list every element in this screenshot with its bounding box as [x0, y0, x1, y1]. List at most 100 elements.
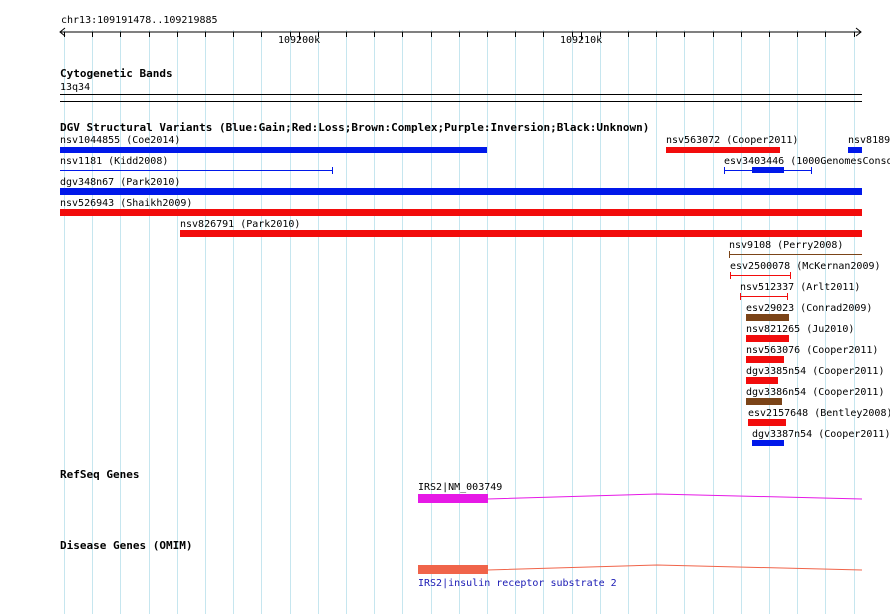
variant-label[interactable]: nsv512337 (Arlt2011) [740, 282, 860, 293]
grid-line [318, 30, 319, 614]
variant-end-tick [811, 167, 812, 174]
variant-bar[interactable] [730, 275, 791, 276]
grid-line [854, 30, 855, 614]
ruler-minor-tick [177, 32, 178, 37]
cytoband-label: 13q34 [60, 82, 91, 93]
variant-bar[interactable] [740, 296, 788, 297]
variant-label[interactable]: nsv563072 (Cooper2011) [666, 135, 798, 146]
variant-label[interactable]: nsv821265 (Ju2010) [746, 324, 854, 335]
cytoband-bottom-line [60, 101, 862, 102]
variant-bar[interactable] [746, 356, 784, 363]
variant-bar[interactable] [666, 147, 780, 153]
variant-bar[interactable] [848, 147, 862, 153]
variant-label[interactable]: dgv3387n54 (Cooper2011) [752, 429, 890, 440]
ruler-minor-tick [374, 32, 375, 37]
grid-line [600, 30, 601, 614]
grid-line [543, 30, 544, 614]
ruler-minor-tick [346, 32, 347, 37]
variant-label[interactable]: nsv563076 (Cooper2011) [746, 345, 878, 356]
variant-bar[interactable] [180, 230, 862, 237]
grid-line [177, 30, 178, 614]
grid-line [797, 30, 798, 614]
ruler-minor-tick [543, 32, 544, 37]
variant-label[interactable]: nsv9108 (Perry2008) [729, 240, 843, 251]
grid-line [374, 30, 375, 614]
variant-bar[interactable] [60, 188, 862, 195]
grid-line [431, 30, 432, 614]
ruler-minor-tick [515, 32, 516, 37]
ruler-minor-tick [318, 32, 319, 37]
grid-line [346, 30, 347, 614]
variant-bar[interactable] [60, 147, 487, 153]
ruler-minor-tick [431, 32, 432, 37]
variant-label[interactable]: dgv348n67 (Park2010) [60, 177, 180, 188]
omim-exon[interactable] [418, 565, 488, 574]
ruler-tick-label: 109200k [278, 35, 321, 46]
grid-line [515, 30, 516, 614]
variant-bar[interactable] [60, 170, 333, 171]
grid-line [64, 30, 65, 614]
ruler-minor-tick [233, 32, 234, 37]
variant-bar[interactable] [746, 314, 789, 321]
variant-end-tick [729, 251, 730, 258]
ruler-minor-tick [92, 32, 93, 37]
variant-end-tick [332, 167, 333, 174]
grid-line [402, 30, 403, 614]
variant-label[interactable]: nsv526943 (Shaikh2009) [60, 198, 192, 209]
grid-line [92, 30, 93, 614]
variant-label[interactable]: nsv8189 [848, 135, 890, 146]
grid-line [149, 30, 150, 614]
genome-browser: chr13:109191478..109219885 109200k 10921… [0, 0, 890, 614]
variant-label[interactable]: nsv1044855 (Coe2014) [60, 135, 180, 146]
variant-end-tick [740, 293, 741, 300]
ruler-minor-tick [600, 32, 601, 37]
ruler-minor-tick [854, 32, 855, 37]
ruler-minor-tick [120, 32, 121, 37]
ruler-minor-tick [713, 32, 714, 37]
grid-line [741, 30, 742, 614]
variant-bar[interactable] [746, 335, 789, 342]
dgv-track-title[interactable]: DGV Structural Variants (Blue:Gain;Red:L… [60, 122, 649, 134]
variant-label[interactable]: nsv826791 (Park2010) [180, 219, 300, 230]
ruler-minor-tick [797, 32, 798, 37]
omim-gene-label[interactable]: IRS2|insulin receptor substrate 2 [418, 578, 617, 589]
variant-end-tick [724, 167, 725, 174]
grid-line [825, 30, 826, 614]
variant-end-tick [787, 293, 788, 300]
grid-line [769, 30, 770, 614]
ruler-minor-tick [149, 32, 150, 37]
variant-bar[interactable] [60, 209, 862, 216]
variant-bar[interactable] [729, 254, 862, 255]
variant-bar[interactable] [746, 398, 782, 405]
location-label: chr13:109191478..109219885 [61, 15, 218, 26]
variant-end-tick [730, 272, 731, 279]
grid-line [233, 30, 234, 614]
variant-label[interactable]: esv29023 (Conrad2009) [746, 303, 872, 314]
variant-bar[interactable] [748, 419, 786, 426]
variant-label[interactable]: nsv1181 (Kidd2008) [60, 156, 168, 167]
refseq-track-title[interactable]: RefSeq Genes [60, 469, 139, 481]
variant-label[interactable]: dgv3386n54 (Cooper2011) [746, 387, 884, 398]
grid-line [261, 30, 262, 614]
cytoband-track-title[interactable]: Cytogenetic Bands [60, 68, 173, 80]
ruler-minor-tick [769, 32, 770, 37]
variant-block[interactable] [752, 167, 784, 173]
variant-label[interactable]: esv2157648 (Bentley2008) [748, 408, 890, 419]
variant-label[interactable]: dgv3385n54 (Cooper2011) [746, 366, 884, 377]
ruler-minor-tick [290, 32, 291, 37]
ruler-minor-tick [656, 32, 657, 37]
omim-track-title[interactable]: Disease Genes (OMIM) [60, 540, 192, 552]
grid-line [290, 30, 291, 614]
ruler-minor-tick [741, 32, 742, 37]
variant-bar[interactable] [752, 440, 784, 446]
ruler-minor-tick [487, 32, 488, 37]
grid-line [713, 30, 714, 614]
variant-label[interactable]: esv2500078 (McKernan2009) [730, 261, 881, 272]
variant-bar[interactable] [746, 377, 778, 384]
omim-intron[interactable] [487, 561, 863, 575]
refseq-exon[interactable] [418, 494, 488, 503]
refseq-intron[interactable] [487, 490, 863, 504]
ruler-minor-tick [459, 32, 460, 37]
variant-label[interactable]: esv3403446 (1000GenomesConso [724, 156, 890, 167]
cytoband-top-line [60, 94, 862, 95]
